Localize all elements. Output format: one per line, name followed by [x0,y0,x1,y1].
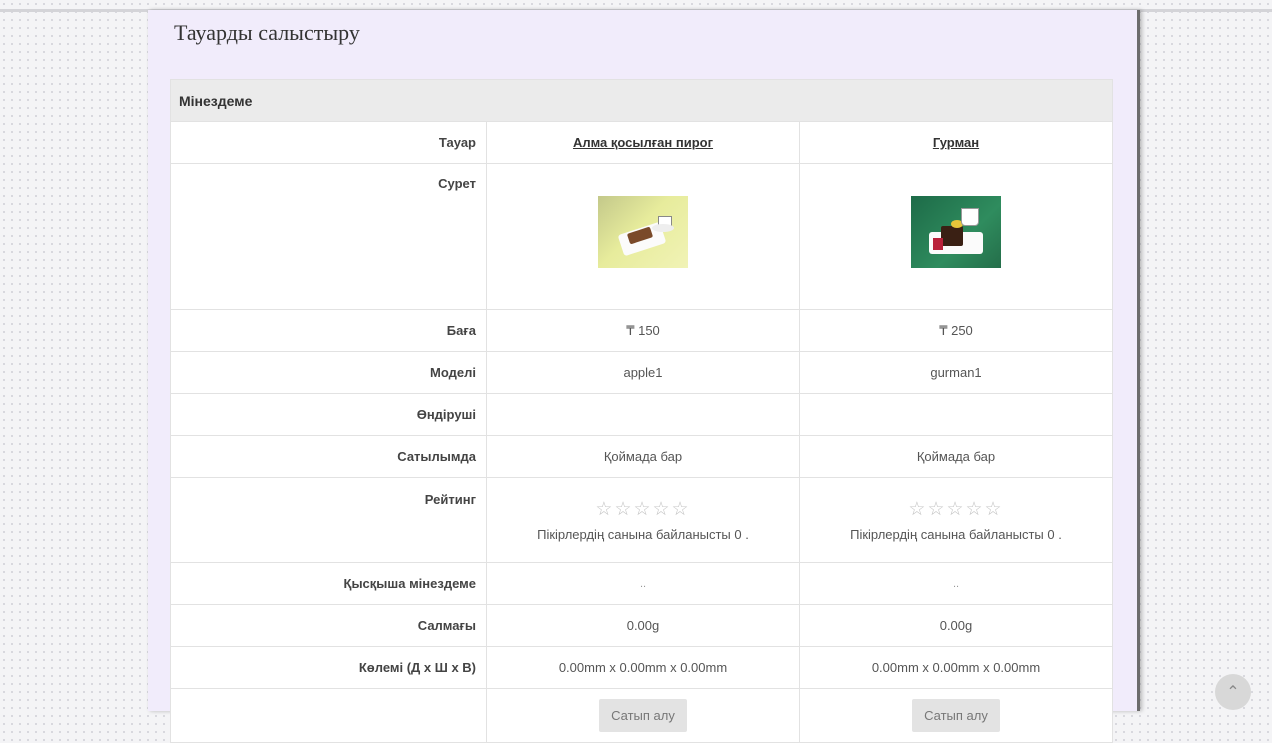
row-model: Моделі apple1 gurman1 [170,351,1113,394]
section-header: Мінездеме [170,79,1113,122]
rating-stars-icon: ☆☆☆☆☆ [595,498,691,520]
label-price: Баға [170,309,487,352]
row-product: Тауар Алма қосылған пирог Гурман [170,121,1113,164]
row-manufacturer: Өндіруші [170,393,1113,436]
label-manufacturer: Өндіруші [170,393,487,436]
label-product: Тауар [170,121,487,164]
label-rating: Рейтинг [170,477,487,563]
dimensions-value-1: 0.00mm x 0.00mm x 0.00mm [486,646,800,689]
dimensions-value-2: 0.00mm x 0.00mm x 0.00mm [799,646,1113,689]
comparison-table: Мінездеме Тауар Алма қосылған пирог Гурм… [170,79,1113,743]
row-buy: Сатып алу Сатып алу [170,688,1113,743]
weight-value-2: 0.00g [799,604,1113,647]
model-value-1: apple1 [486,351,800,394]
manufacturer-value-1 [486,393,800,436]
reviews-count-1[interactable]: Пікірлердің санына байланысты 0 . [497,527,789,542]
availability-value-2: Қоймада бар [799,435,1113,478]
label-weight: Салмағы [170,604,487,647]
main-content: Тауарды салыстыру Мінездеме Тауар Алма қ… [148,10,1140,743]
row-rating: Рейтинг ☆☆☆☆☆ Пікірлердің санына байланы… [170,477,1113,563]
row-weight: Салмағы 0.00g 0.00g [170,604,1113,647]
row-price: Баға ₸ 150 ₸ 250 [170,309,1113,352]
label-availability: Сатылымда [170,435,487,478]
product-link-2[interactable]: Гурман [933,135,979,150]
label-dimensions: Көлемі (Д х Ш х В) [170,646,487,689]
row-summary: Қысқыша мінездеме .. .. [170,562,1113,605]
manufacturer-value-2 [799,393,1113,436]
price-value-1: ₸ 150 [486,309,800,352]
product-image-2[interactable] [911,196,1001,268]
add-to-cart-button-2[interactable]: Сатып алу [912,699,1000,732]
rating-stars-icon: ☆☆☆☆☆ [908,498,1004,520]
label-image: Сурет [170,163,487,310]
page-title: Тауарды салыстыру [174,20,360,45]
row-image: Сурет [170,163,1113,310]
chevron-up-icon: ⌃ [1226,684,1240,701]
price-value-2: ₸ 250 [799,309,1113,352]
summary-value-2: .. [799,562,1113,605]
row-availability: Сатылымда Қоймада бар Қоймада бар [170,435,1113,478]
label-model: Моделі [170,351,487,394]
summary-value-1: .. [486,562,800,605]
scroll-top-button[interactable]: ⌃ [1215,674,1251,710]
availability-value-1: Қоймада бар [486,435,800,478]
weight-value-1: 0.00g [486,604,800,647]
add-to-cart-button-1[interactable]: Сатып алу [599,699,687,732]
label-summary: Қысқыша мінездеме [170,562,487,605]
product-image-1[interactable] [598,196,688,268]
reviews-count-2[interactable]: Пікірлердің санына байланысты 0 . [810,527,1102,542]
model-value-2: gurman1 [799,351,1113,394]
product-link-1[interactable]: Алма қосылған пирог [573,135,713,150]
row-dimensions: Көлемі (Д х Ш х В) 0.00mm x 0.00mm x 0.0… [170,646,1113,689]
